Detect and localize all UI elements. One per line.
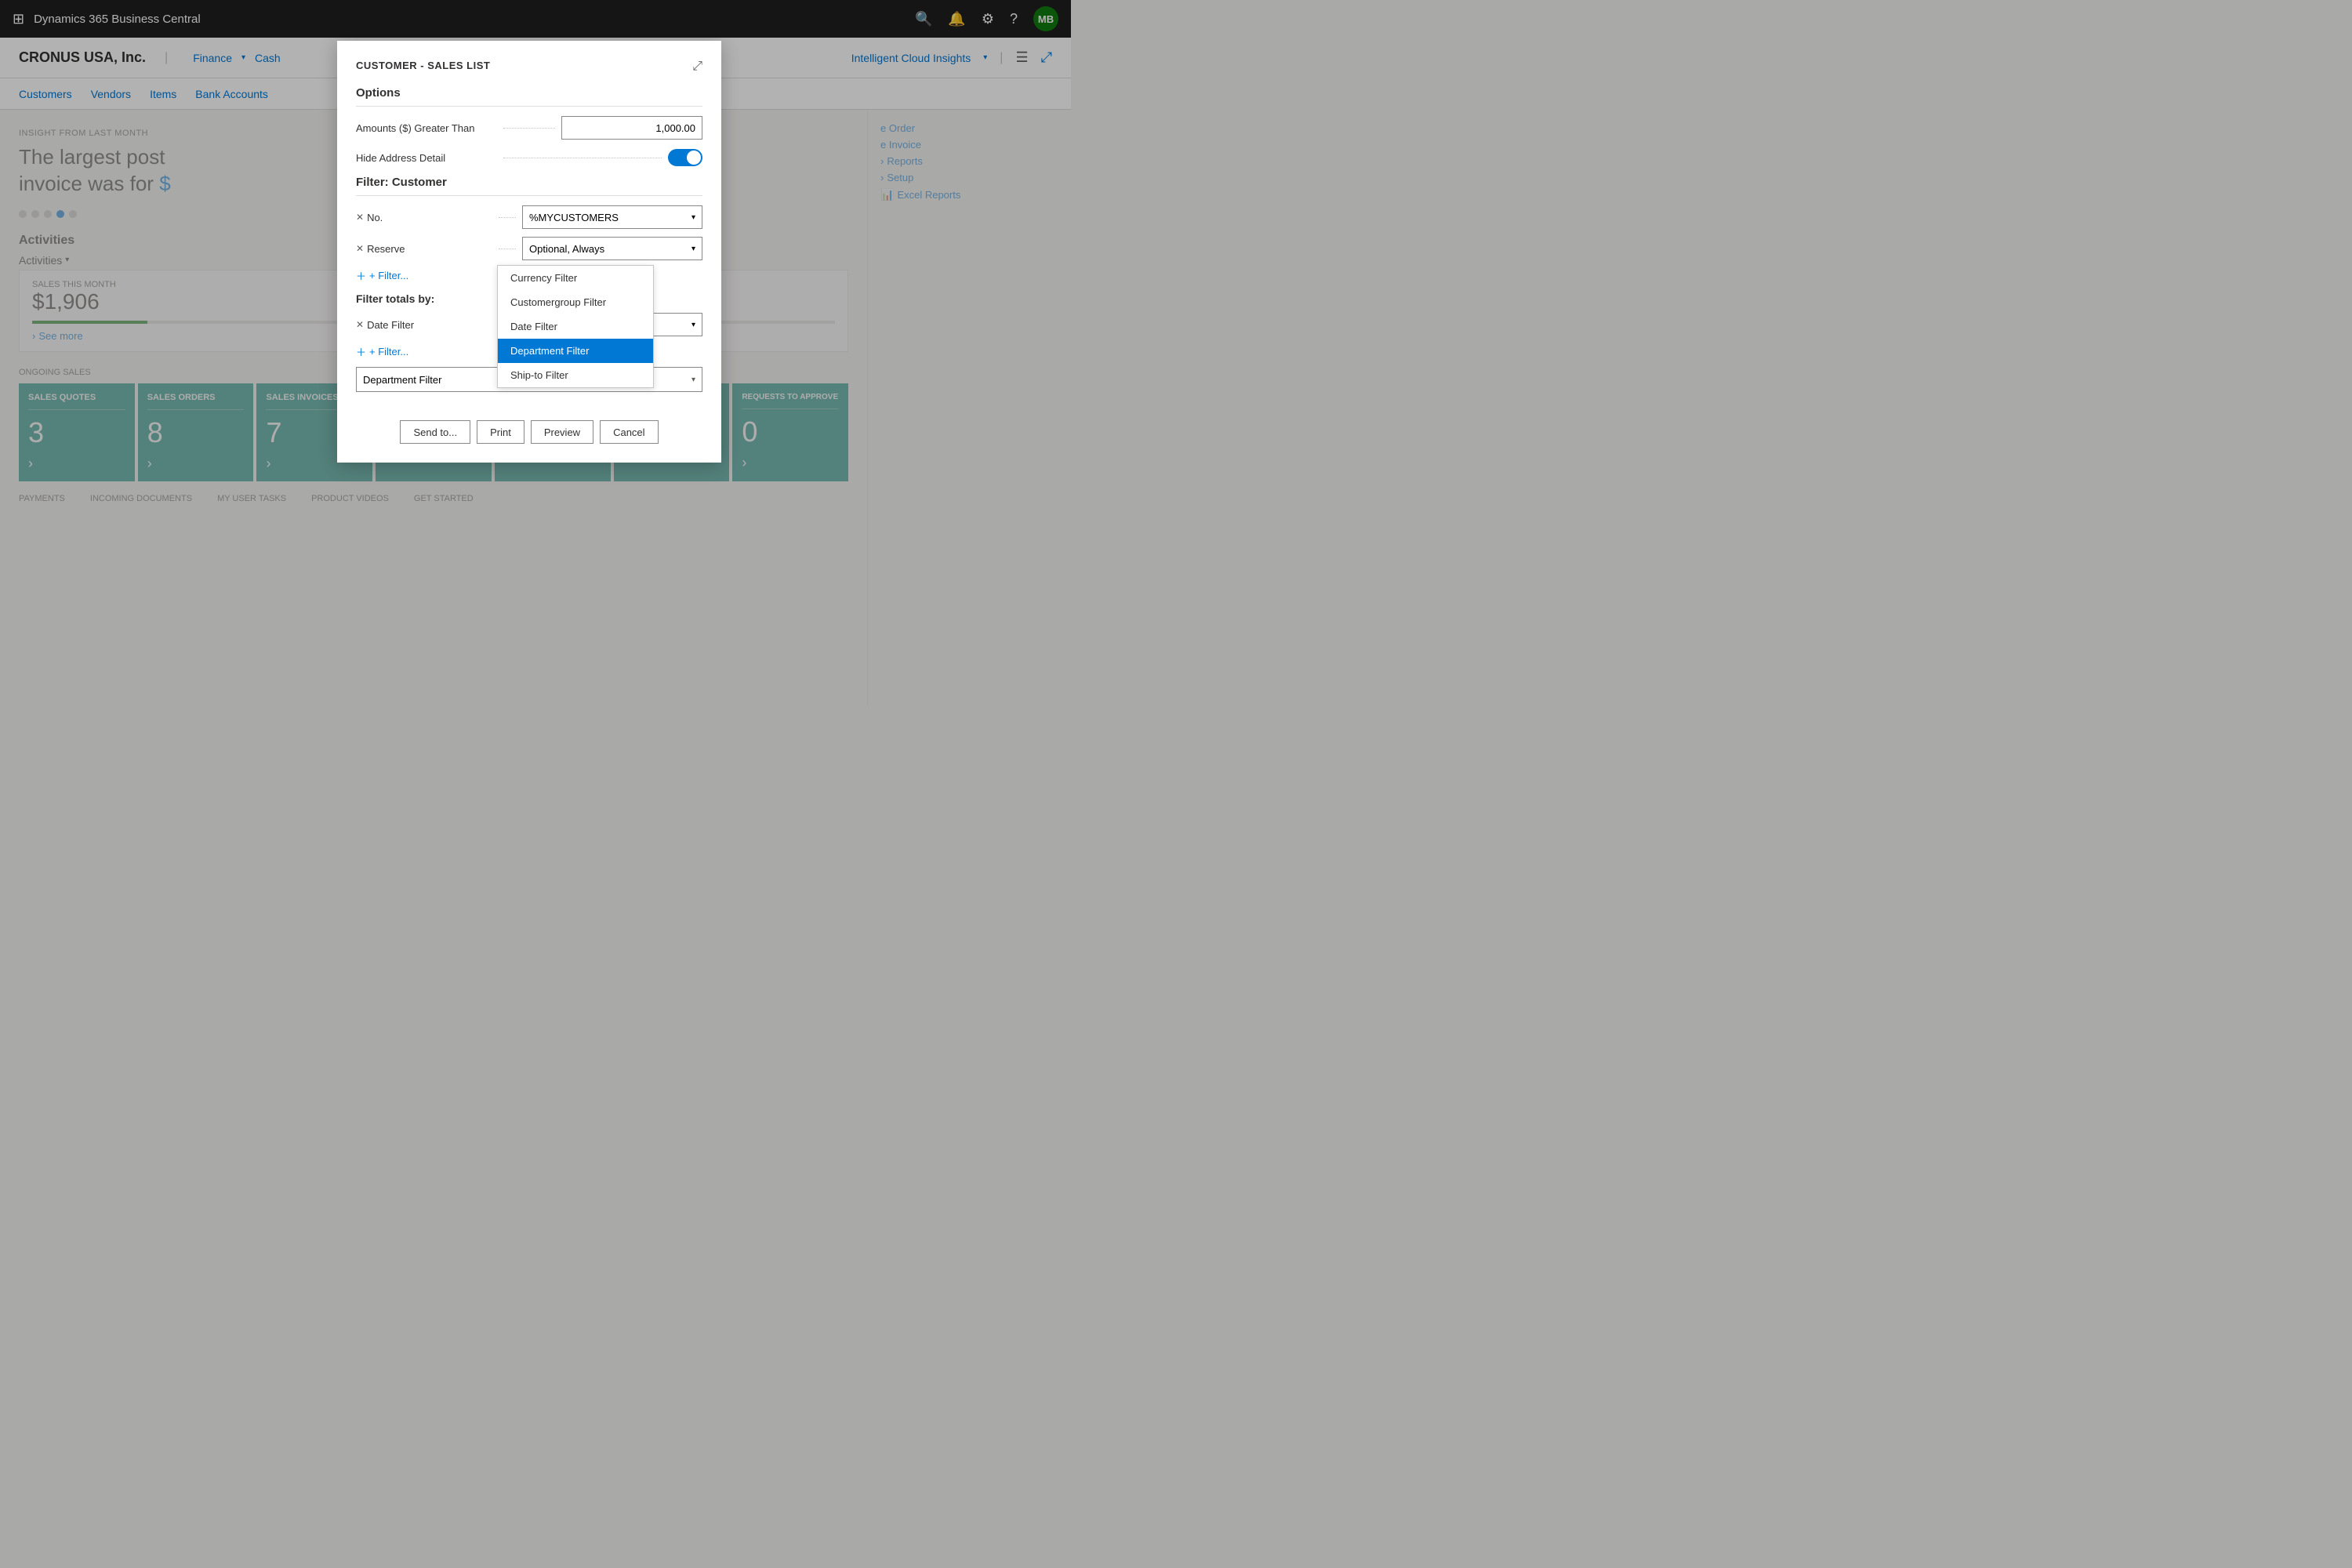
reserve-chevron-icon: ▾ bbox=[691, 245, 695, 253]
date-chevron-icon: ▾ bbox=[691, 321, 695, 329]
modal-footer: Send to... Print Preview Cancel bbox=[356, 408, 702, 444]
remove-date-icon[interactable]: ✕ bbox=[356, 319, 364, 330]
hide-address-label: Hide Address Detail bbox=[356, 152, 497, 164]
active-filter-container: ▾ Currency Filter Customergroup Filter D… bbox=[356, 367, 702, 392]
filter-customer-title: Filter: Customer bbox=[356, 176, 702, 196]
reserve-filter-row: ✕ Reserve Optional, Always ▾ bbox=[356, 237, 702, 260]
cancel-button[interactable]: Cancel bbox=[600, 420, 658, 444]
add-filter-icon-1: ＋ bbox=[356, 268, 366, 283]
date-filter-label: Date Filter bbox=[367, 319, 492, 331]
filter-totals-section: Filter totals by: ✕ Date Filter 05/05/19… bbox=[356, 292, 702, 392]
modal-title: CUSTOMER - SALES LIST bbox=[356, 60, 490, 71]
print-button[interactable]: Print bbox=[477, 420, 524, 444]
no-value: %MYCUSTOMERS bbox=[529, 212, 619, 223]
dropdown-item-customergroup[interactable]: Customergroup Filter bbox=[498, 290, 653, 314]
no-filter-row: ✕ No. %MYCUSTOMERS ▾ bbox=[356, 205, 702, 229]
dropdown-item-department[interactable]: Department Filter bbox=[498, 339, 653, 363]
preview-button[interactable]: Preview bbox=[531, 420, 593, 444]
hide-address-row: Hide Address Detail bbox=[356, 149, 702, 166]
dropdown-item-date[interactable]: Date Filter bbox=[498, 314, 653, 339]
dropdown-item-ship[interactable]: Ship-to Filter bbox=[498, 363, 653, 387]
reserve-label: Reserve bbox=[367, 243, 492, 255]
modal-dialog: CUSTOMER - SALES LIST ⤢ Options Amounts … bbox=[337, 41, 721, 463]
add-filter-label-2: + Filter... bbox=[369, 346, 408, 358]
amounts-input[interactable] bbox=[561, 116, 702, 140]
amounts-row: Amounts ($) Greater Than bbox=[356, 116, 702, 140]
options-title: Options bbox=[356, 86, 702, 107]
remove-reserve-icon[interactable]: ✕ bbox=[356, 243, 364, 254]
no-dropdown[interactable]: %MYCUSTOMERS ▾ bbox=[522, 205, 702, 229]
amounts-dots bbox=[503, 128, 555, 129]
send-to-button[interactable]: Send to... bbox=[400, 420, 470, 444]
add-filter-label-1: + Filter... bbox=[369, 270, 408, 281]
options-section: Options Amounts ($) Greater Than Hide Ad… bbox=[356, 86, 702, 166]
remove-no-icon[interactable]: ✕ bbox=[356, 212, 364, 223]
modal-header: CUSTOMER - SALES LIST ⤢ bbox=[356, 60, 702, 74]
reserve-value: Optional, Always bbox=[529, 243, 604, 255]
filter-dropdown-popup: Currency Filter Customergroup Filter Dat… bbox=[497, 265, 654, 388]
amounts-label: Amounts ($) Greater Than bbox=[356, 122, 497, 134]
active-filter-chevron[interactable]: ▾ bbox=[685, 376, 702, 384]
add-filter-icon-2: ＋ bbox=[356, 344, 366, 359]
hide-address-toggle[interactable] bbox=[668, 149, 702, 166]
modal-expand-icon[interactable]: ⤢ bbox=[692, 60, 702, 74]
no-chevron-icon: ▾ bbox=[691, 213, 695, 222]
no-dots bbox=[499, 217, 516, 218]
reserve-dropdown[interactable]: Optional, Always ▾ bbox=[522, 237, 702, 260]
toggle-knob bbox=[687, 151, 701, 165]
no-label: No. bbox=[367, 212, 492, 223]
dropdown-item-currency[interactable]: Currency Filter bbox=[498, 266, 653, 290]
